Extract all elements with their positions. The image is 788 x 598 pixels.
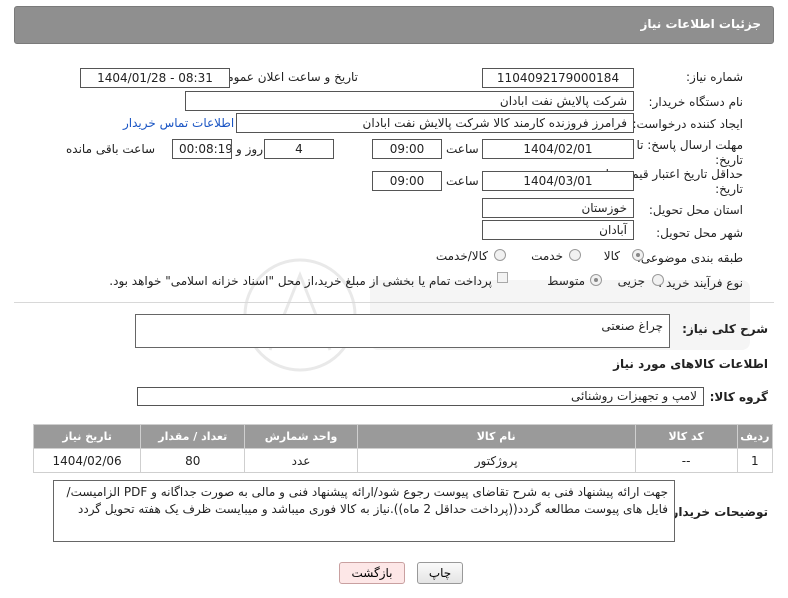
buyer-notes-label: توضیحات خریدار: (666, 505, 768, 519)
table-row: 1 -- پروژکتور عدد 80 1404/02/06 (32, 448, 774, 473)
cell-unit: عدد (244, 448, 358, 473)
back-button[interactable]: بازگشت (339, 562, 405, 584)
col-row: ردیف (736, 424, 774, 449)
goods-group-field: لامپ و تجهیزات روشنائی (137, 387, 704, 406)
description-field: چراغ صنعتی (135, 314, 670, 348)
col-code: کد کالا (634, 424, 738, 449)
min-price-time-field: 09:00 (372, 171, 442, 191)
process-radio-medium[interactable] (590, 274, 602, 286)
creator-label: ایجاد کننده درخواست: (632, 117, 743, 131)
category-label: طبقه بندی موضوعی: (636, 251, 743, 265)
process-radio-minor[interactable] (652, 274, 664, 286)
print-button[interactable]: چاپ (417, 562, 463, 584)
page-header: جزئیات اطلاعات نیاز (14, 6, 774, 44)
deadline-date-field: 1404/02/01 (482, 139, 634, 159)
time-remaining-field: 00:08:19 (172, 139, 232, 159)
deadline-time-label: ساعت (446, 142, 479, 156)
time-remaining-label: ساعت باقی مانده (66, 142, 156, 156)
min-price-date-field: 1404/03/01 (482, 171, 634, 191)
province-field: خوزستان (482, 198, 634, 218)
buyer-notes-field: جهت ارائه پیشنهاد فنی به شرح تقاضای پیوس… (53, 480, 675, 542)
col-need-date: تاریخ نیاز (32, 424, 142, 449)
process-label: نوع فرآیند خرید : (658, 276, 743, 290)
goods-table: ردیف کد کالا نام کالا واحد شمارش تعداد /… (32, 424, 774, 473)
cell-need-date: 1404/02/06 (32, 448, 142, 473)
city-field: آبادان (482, 220, 634, 240)
goods-section-title: اطلاعات کالاهای مورد نیاز (613, 357, 768, 371)
need-number-label: شماره نیاز: (686, 70, 743, 84)
category-option-service: خدمت (531, 249, 563, 263)
days-remaining-field: 4 (264, 139, 334, 159)
description-label: شرح کلی نیاز: (682, 322, 768, 336)
buyer-contact-link[interactable]: اطلاعات تماس خریدار (123, 116, 234, 130)
category-option-goods: کالا (603, 249, 620, 263)
page: جزئیات اطلاعات نیاز شماره نیاز: 11040921… (0, 0, 788, 598)
announce-label: تاریخ و ساعت اعلان عمومی: (213, 70, 358, 84)
need-number-field: 1104092179000184 (482, 68, 634, 88)
creator-field: فرامرز فروزنده کارمند کالا شرکت پالایش ن… (236, 113, 634, 133)
col-quantity: تعداد / مقدار (140, 424, 246, 449)
col-name: نام کالا (356, 424, 636, 449)
page-title: جزئیات اطلاعات نیاز (640, 17, 761, 31)
deadline-label: مهلت ارسال پاسخ: تا تاریخ: (636, 138, 743, 167)
category-radio-service[interactable] (569, 249, 581, 261)
days-label: روز و (236, 142, 263, 156)
col-unit: واحد شمارش (244, 424, 358, 449)
buyer-org-field: شرکت پالایش نفت ابادان (185, 91, 634, 111)
process-option-medium: متوسط (547, 274, 585, 288)
cell-quantity: 80 (140, 448, 246, 473)
category-radio-goods[interactable] (632, 249, 644, 261)
category-option-goods-service: کالا/خدمت (435, 249, 488, 263)
goods-table-header: ردیف کد کالا نام کالا واحد شمارش تعداد /… (32, 424, 774, 449)
treasury-payment-checkbox[interactable] (497, 272, 508, 283)
announce-date-field: 1404/01/28 - 08:31 (80, 68, 230, 88)
process-option-minor: جزیی (617, 274, 645, 288)
cell-code: -- (634, 448, 738, 473)
divider (14, 302, 774, 303)
buyer-notes-line-1: جهت ارائه پیشنهاد فنی به شرح تقاضای پیوس… (66, 485, 668, 499)
province-label: استان محل تحویل: (648, 203, 743, 217)
buyer-org-label: نام دستگاه خریدار: (648, 95, 744, 109)
deadline-time-field: 09:00 (372, 139, 442, 159)
city-label: شهر محل تحویل: (656, 226, 743, 240)
buyer-notes-line-2: فایل های پیوست مطالعه گردد((پرداخت حداقل… (78, 502, 668, 516)
treasury-payment-note: پرداخت تمام یا بخشی از مبلغ خرید،از محل … (109, 274, 492, 288)
category-radio-goods-service[interactable] (494, 249, 506, 261)
min-price-time-label: ساعت (446, 174, 479, 188)
goods-group-label: گروه کالا: (709, 390, 768, 404)
cell-name: پروژکتور (356, 448, 636, 473)
cell-row: 1 (736, 448, 774, 473)
